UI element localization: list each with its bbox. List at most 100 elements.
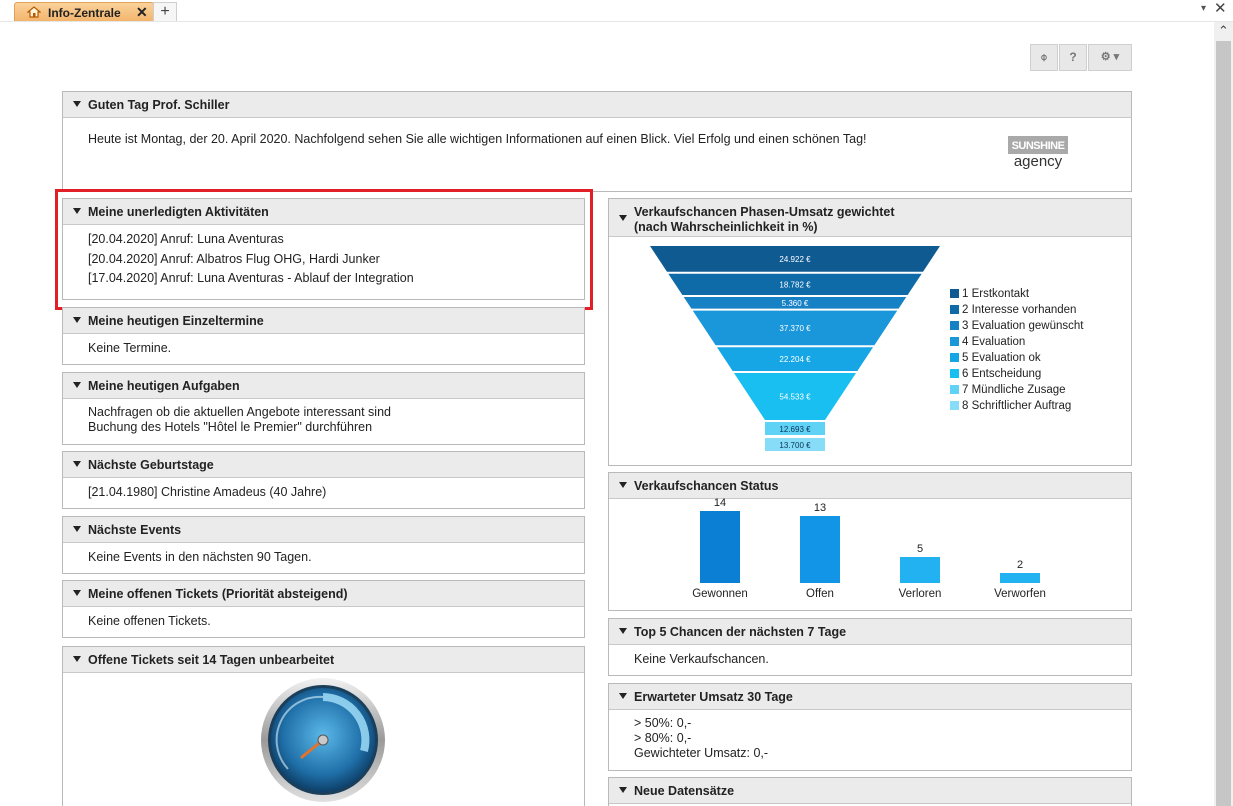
logo-bottom: agency [1013,153,1063,170]
collapse-icon[interactable] [619,787,627,793]
add-tab-button[interactable]: + [153,2,177,22]
chevron-down-icon[interactable]: ▾ [1201,3,1206,14]
appointments-panel: Meine heutigen Einzeltermine Keine Termi… [62,307,585,365]
legend-item[interactable]: 8 Schriftlicher Auftrag [950,398,1083,414]
collapse-icon[interactable] [73,317,81,323]
tasks-list: Nachfragen ob die aktuellen Angebote int… [88,405,574,435]
events-header[interactable]: Nächste Events [63,517,584,543]
logo-top: SUNSHINE [1008,136,1068,154]
legend-label: 5 Evaluation ok [962,352,1041,364]
legend-item[interactable]: 7 Mündliche Zusage [950,382,1083,398]
old-tickets-header[interactable]: Offene Tickets seit 14 Tagen unbearbeite… [63,647,584,673]
events-text: Keine Events in den nächsten 90 Tagen. [88,550,312,564]
legend-label: 4 Evaluation [962,336,1026,348]
help-button[interactable]: ? [1059,44,1087,71]
revenue-item: > 50%: 0,- [634,716,692,730]
greeting-panel: Guten Tag Prof. Schiller Heute ist Monta… [62,91,1132,192]
birthdays-title: Nächste Geburtstage [88,458,214,472]
status-bar-category: Offen [806,588,834,600]
appointments-text: Keine Termine. [88,341,172,355]
birthdays-header[interactable]: Nächste Geburtstage [63,452,584,478]
task-item[interactable]: Nachfragen ob die aktuellen Angebote int… [88,405,574,420]
legend-item[interactable]: 3 Evaluation gewünscht [950,318,1083,334]
vertical-scrollbar[interactable]: ⌃ [1214,22,1233,806]
status-bar-category: Verloren [898,588,942,600]
status-bar[interactable] [1000,573,1040,583]
tickets-text: Keine offenen Tickets. [88,614,211,628]
new-records-header[interactable]: Neue Datensätze [609,778,1131,804]
collapse-icon[interactable] [619,482,627,488]
birthdays-panel: Nächste Geburtstage [21.04.1980] Christi… [62,451,585,509]
status-bar-chart: 14 Gewonnen 13 Offen 5 Verloren 2 Verworfen [608,497,1132,609]
status-bar-category: Verworfen [994,588,1046,600]
collapse-icon[interactable] [619,215,627,221]
collapse-icon[interactable] [619,628,627,634]
top5-title: Top 5 Chancen der nächsten 7 Tage [634,625,847,639]
collapse-icon[interactable] [73,590,81,596]
legend-label: 3 Evaluation gewünscht [962,320,1084,332]
collapse-icon[interactable] [73,461,81,467]
revenue-item: > 80%: 0,- [634,731,692,745]
revenue-header[interactable]: Erwarteter Umsatz 30 Tage [609,684,1131,710]
events-title: Nächste Events [88,523,182,537]
legend-item[interactable]: 4 Evaluation [950,334,1083,350]
legend-label: 2 Interesse vorhanden [962,304,1077,316]
revenue-panel: Erwarteter Umsatz 30 Tage > 50%: 0,- > 8… [608,683,1132,771]
new-records-title: Neue Datensätze [634,784,735,798]
status-bar[interactable] [900,557,940,583]
company-logo: SUNSHINE agency [1008,136,1068,174]
tasks-header[interactable]: Meine heutigen Aufgaben [63,373,584,399]
legend-item[interactable]: 1 Erstkontakt [950,286,1083,302]
collapse-icon[interactable] [73,526,81,532]
events-panel: Nächste Events Keine Events in den nächs… [62,516,585,574]
status-bar-value: 2 [1016,559,1024,571]
highlight-box [55,189,593,310]
collapse-icon[interactable] [619,693,627,699]
legend-swatch [950,369,959,378]
legend-swatch [950,305,959,314]
tasks-panel: Meine heutigen Aufgaben Nachfragen ob di… [62,372,585,445]
funnel-value-label: 18.782 € [779,280,811,289]
revenue-title: Erwarteter Umsatz 30 Tage [634,690,793,704]
task-item[interactable]: Buchung des Hotels "Hôtel le Premier" du… [88,420,574,435]
collapse-icon[interactable] [73,101,81,107]
refresh-button[interactable]: ⌽ [1030,44,1058,71]
legend-label: 6 Entscheidung [962,368,1042,380]
top5-panel: Top 5 Chancen der nächsten 7 Tage Keine … [608,618,1132,676]
funnel-value-label: 37.370 € [779,324,811,333]
funnel-header[interactable]: Verkaufschancen Phasen-Umsatz gewichtet … [609,199,1131,237]
birthday-item[interactable]: [21.04.1980] Christine Amadeus (40 Jahre… [88,483,574,503]
legend-item[interactable]: 2 Interesse vorhanden [950,302,1083,318]
funnel-value-label: 12.693 € [779,425,811,434]
status-title: Verkaufschancen Status [634,479,779,493]
tickets-header[interactable]: Meine offenen Tickets (Priorität absteig… [63,581,584,607]
greeting-header[interactable]: Guten Tag Prof. Schiller [63,92,1131,118]
appointments-header[interactable]: Meine heutigen Einzeltermine [63,308,584,334]
funnel-title-line1: Verkaufschancen Phasen-Umsatz gewichtet [634,205,895,219]
collapse-icon[interactable] [73,382,81,388]
legend-item[interactable]: 5 Evaluation ok [950,350,1083,366]
status-header[interactable]: Verkaufschancen Status [609,473,1131,499]
greeting-text: Heute ist Montag, der 20. April 2020. Na… [88,132,867,146]
legend-swatch [950,289,959,298]
revenue-list: > 50%: 0,- > 80%: 0,- Gewichteter Umsatz… [634,716,1121,761]
tab-bar: Info-Zentrale ✕ + ▾ ✕ [0,0,1233,22]
tickets-title: Meine offenen Tickets (Priorität absteig… [88,587,348,601]
funnel-value-label: 54.533 € [779,393,811,402]
status-bar-value: 5 [916,543,924,555]
top5-header[interactable]: Top 5 Chancen der nächsten 7 Tage [609,619,1131,645]
status-bar[interactable] [700,511,740,583]
status-bar-value: 14 [713,497,727,509]
legend-label: 1 Erstkontakt [962,288,1030,300]
legend-item[interactable]: 6 Entscheidung [950,366,1083,382]
status-bar[interactable] [800,516,840,583]
tab-close-icon[interactable]: ✕ [136,4,148,21]
scroll-up-icon[interactable]: ⌃ [1217,24,1230,38]
funnel-value-label: 22.204 € [779,355,811,364]
tab-info-zentrale[interactable]: Info-Zentrale ✕ [14,2,154,22]
legend-swatch [950,337,959,346]
scrollbar-thumb[interactable] [1216,41,1231,806]
settings-button[interactable]: ⚙ ▾ [1088,44,1132,71]
collapse-icon[interactable] [73,656,81,662]
window-close-icon[interactable]: ✕ [1214,0,1227,17]
